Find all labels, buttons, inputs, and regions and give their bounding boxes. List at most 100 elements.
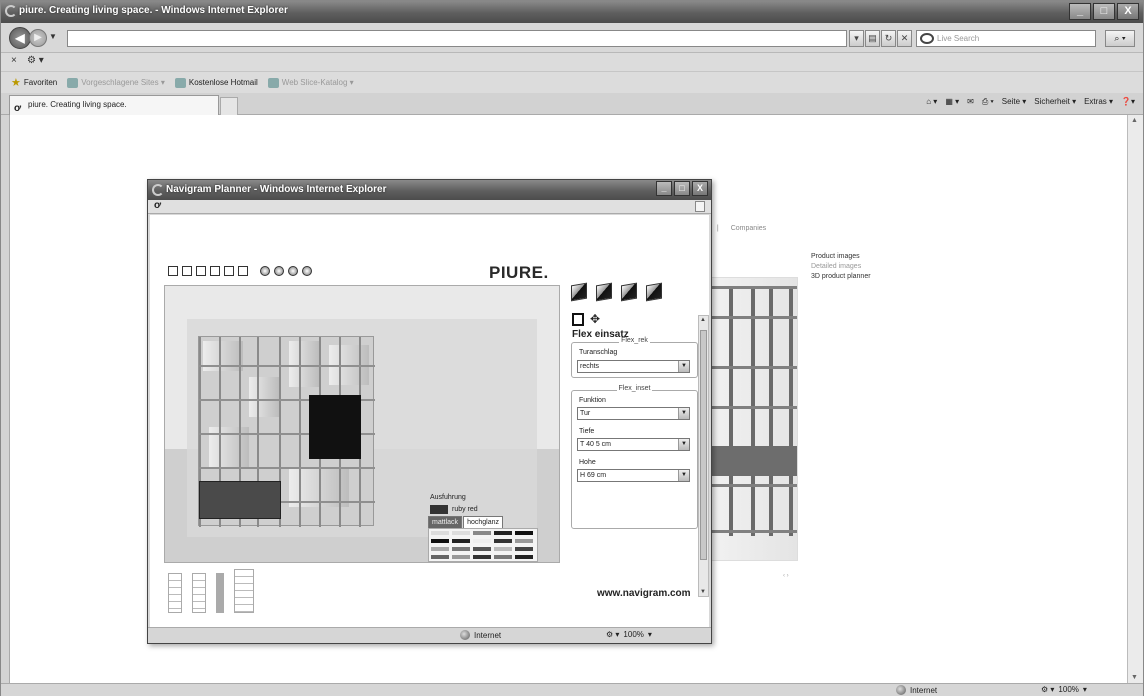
back-button[interactable]: ◀ (9, 27, 31, 49)
url-dropdown-button[interactable]: ▾ (849, 30, 864, 47)
scroll-up-icon[interactable]: ▲ (1131, 117, 1138, 124)
page-menu[interactable]: Seite ▾ (1002, 97, 1026, 107)
navigram-url[interactable]: www.navigram.com (597, 588, 691, 599)
live-search-icon (920, 33, 934, 44)
new-tab-button[interactable] (220, 97, 238, 115)
planner-popup-window: Navigram Planner - Windows Internet Expl… (147, 179, 712, 644)
rotate-right-icon[interactable] (302, 266, 312, 276)
piure-favicon-icon: ơ (154, 200, 162, 211)
protected-mode-icon[interactable]: ⚙ ▾ (1041, 685, 1054, 694)
safety-menu[interactable]: Sicherheit ▾ (1034, 97, 1076, 107)
search-button[interactable]: ⌕ ▾ (1105, 30, 1135, 47)
popup-minimize-button[interactable]: _ (656, 181, 672, 196)
tab-mattlack[interactable]: mattlack (428, 516, 463, 528)
group-flex-rek: Flex_rek Turanschlag rechts ▼ (571, 337, 698, 378)
tab-piure[interactable]: ơ piure. Creating living space. (9, 95, 219, 115)
drawer-insert[interactable] (199, 481, 281, 519)
page-scrollbar[interactable]: ▲ ▼ (1127, 115, 1143, 683)
compat-view-button[interactable]: ▤ (865, 30, 880, 47)
view-cubes (571, 282, 662, 302)
save-icon[interactable] (196, 266, 206, 276)
select-tiefe[interactable]: T 40 5 cm ▼ (577, 438, 690, 451)
module-thumbnail[interactable] (216, 573, 224, 613)
view-front-icon[interactable] (571, 282, 587, 302)
popup-maximize-button[interactable]: □ (674, 181, 690, 196)
refresh-button[interactable]: ↻ (881, 30, 896, 47)
home-icon[interactable]: ⌂ ▾ (926, 97, 937, 107)
internet-zone-icon (896, 685, 906, 695)
tools-menu[interactable]: Extras ▾ (1084, 97, 1113, 107)
link-product-images[interactable]: Product images (811, 252, 871, 262)
select-turanschlag[interactable]: rechts ▼ (577, 360, 690, 373)
scroll-up-icon[interactable]: ▲ (700, 317, 706, 323)
zoom-in-icon[interactable] (274, 266, 284, 276)
chevron-down-icon[interactable]: ▼ (678, 408, 689, 419)
new-icon[interactable] (168, 266, 178, 276)
tab-hochglanz[interactable]: hochglanz (463, 516, 503, 528)
color-palette[interactable] (428, 528, 538, 562)
select-funktion[interactable]: Tur ▼ (577, 407, 690, 420)
stop-icon[interactable]: × (11, 55, 17, 66)
maximize-button[interactable]: □ (1093, 3, 1115, 20)
link-3d-planner[interactable]: 3D product planner (811, 272, 871, 282)
popup-close-button[interactable]: X (692, 181, 708, 196)
fav-suggested-sites[interactable]: Vorgeschlagene Sites ▾ (67, 77, 165, 88)
help-icon[interactable]: ❓▾ (1121, 97, 1135, 107)
favorites-button[interactable]: ★ Favoriten (11, 77, 57, 88)
minimize-button[interactable]: _ (1069, 3, 1091, 20)
fav-web-slice[interactable]: Web Slice-Katalog ▾ (267, 77, 354, 88)
zoom-out-icon[interactable] (288, 266, 298, 276)
module-thumbnail[interactable] (168, 573, 182, 613)
page-icon[interactable] (695, 201, 705, 212)
addons-icon[interactable]: ⚙ ▾ (27, 55, 44, 66)
image-icon[interactable] (238, 266, 248, 276)
select-tool-icon[interactable] (572, 312, 584, 326)
zoom-dropdown-icon[interactable]: ▾ (1083, 685, 1087, 694)
view-perspective-icon[interactable] (646, 282, 662, 302)
popup-zoom-level[interactable]: 100% (623, 630, 643, 639)
view-top-icon[interactable] (621, 282, 637, 302)
move-tool-icon[interactable]: ✥ (590, 312, 600, 326)
close-button[interactable]: X (1117, 3, 1139, 20)
read-mail-icon[interactable]: ✉ (967, 97, 974, 107)
shelf-model[interactable] (198, 336, 375, 527)
link-detailed-images[interactable]: Detailed images (811, 262, 871, 272)
field-label-tiefe: Tiefe (579, 428, 595, 435)
stop-button[interactable]: ✕ (897, 30, 912, 47)
chevron-down-icon[interactable]: ▼ (678, 470, 689, 481)
view-left-icon[interactable] (596, 282, 612, 302)
chevron-down-icon[interactable]: ▼ (678, 361, 689, 372)
redo-icon[interactable] (224, 266, 234, 276)
fav-hotmail[interactable]: Kostenlose Hotmail (174, 77, 258, 88)
scroll-down-icon[interactable]: ▼ (700, 589, 706, 595)
zoom-dropdown-icon[interactable]: ▾ (648, 630, 652, 639)
history-dropdown-icon[interactable]: ▼ (49, 32, 57, 41)
edit-tools: ✥ (572, 312, 600, 326)
zoom-level[interactable]: 100% (1058, 685, 1078, 694)
internet-zone-icon (460, 630, 470, 640)
scroll-thumb[interactable] (700, 330, 707, 560)
forward-button[interactable]: ▶ (29, 29, 47, 47)
open-icon[interactable] (182, 266, 192, 276)
ie-window: piure. Creating living space. - Windows … (0, 0, 1144, 696)
field-label-turanschlag: Turanschlag (579, 349, 618, 356)
module-thumbnail[interactable] (192, 573, 206, 613)
piure-logo: PIURE. (489, 263, 549, 282)
selected-insert[interactable] (309, 395, 361, 459)
module-thumbnail[interactable] (234, 569, 254, 613)
search-input[interactable]: Live Search (916, 30, 1096, 47)
rotate-left-icon[interactable] (260, 266, 270, 276)
image-pager[interactable]: ‹ › (783, 573, 789, 579)
scroll-down-icon[interactable]: ▼ (1131, 674, 1138, 681)
print-icon[interactable]: ⎙ ▾ (982, 97, 994, 107)
chevron-down-icon[interactable]: ▼ (678, 439, 689, 450)
undo-icon[interactable] (210, 266, 220, 276)
select-hohe[interactable]: H 69 cm ▼ (577, 469, 690, 482)
properties-scrollbar[interactable]: ▲ ▼ (698, 315, 709, 597)
popup-status-zone: Internet (474, 630, 502, 640)
status-bar: Internet ⚙ ▾ 100% ▾ (1, 683, 1143, 696)
protected-mode-icon[interactable]: ⚙ ▾ (606, 630, 619, 639)
bg-nav-companies[interactable]: Companies (731, 225, 766, 232)
url-input[interactable] (67, 30, 847, 47)
feeds-icon[interactable]: ▦ ▾ (945, 97, 959, 107)
